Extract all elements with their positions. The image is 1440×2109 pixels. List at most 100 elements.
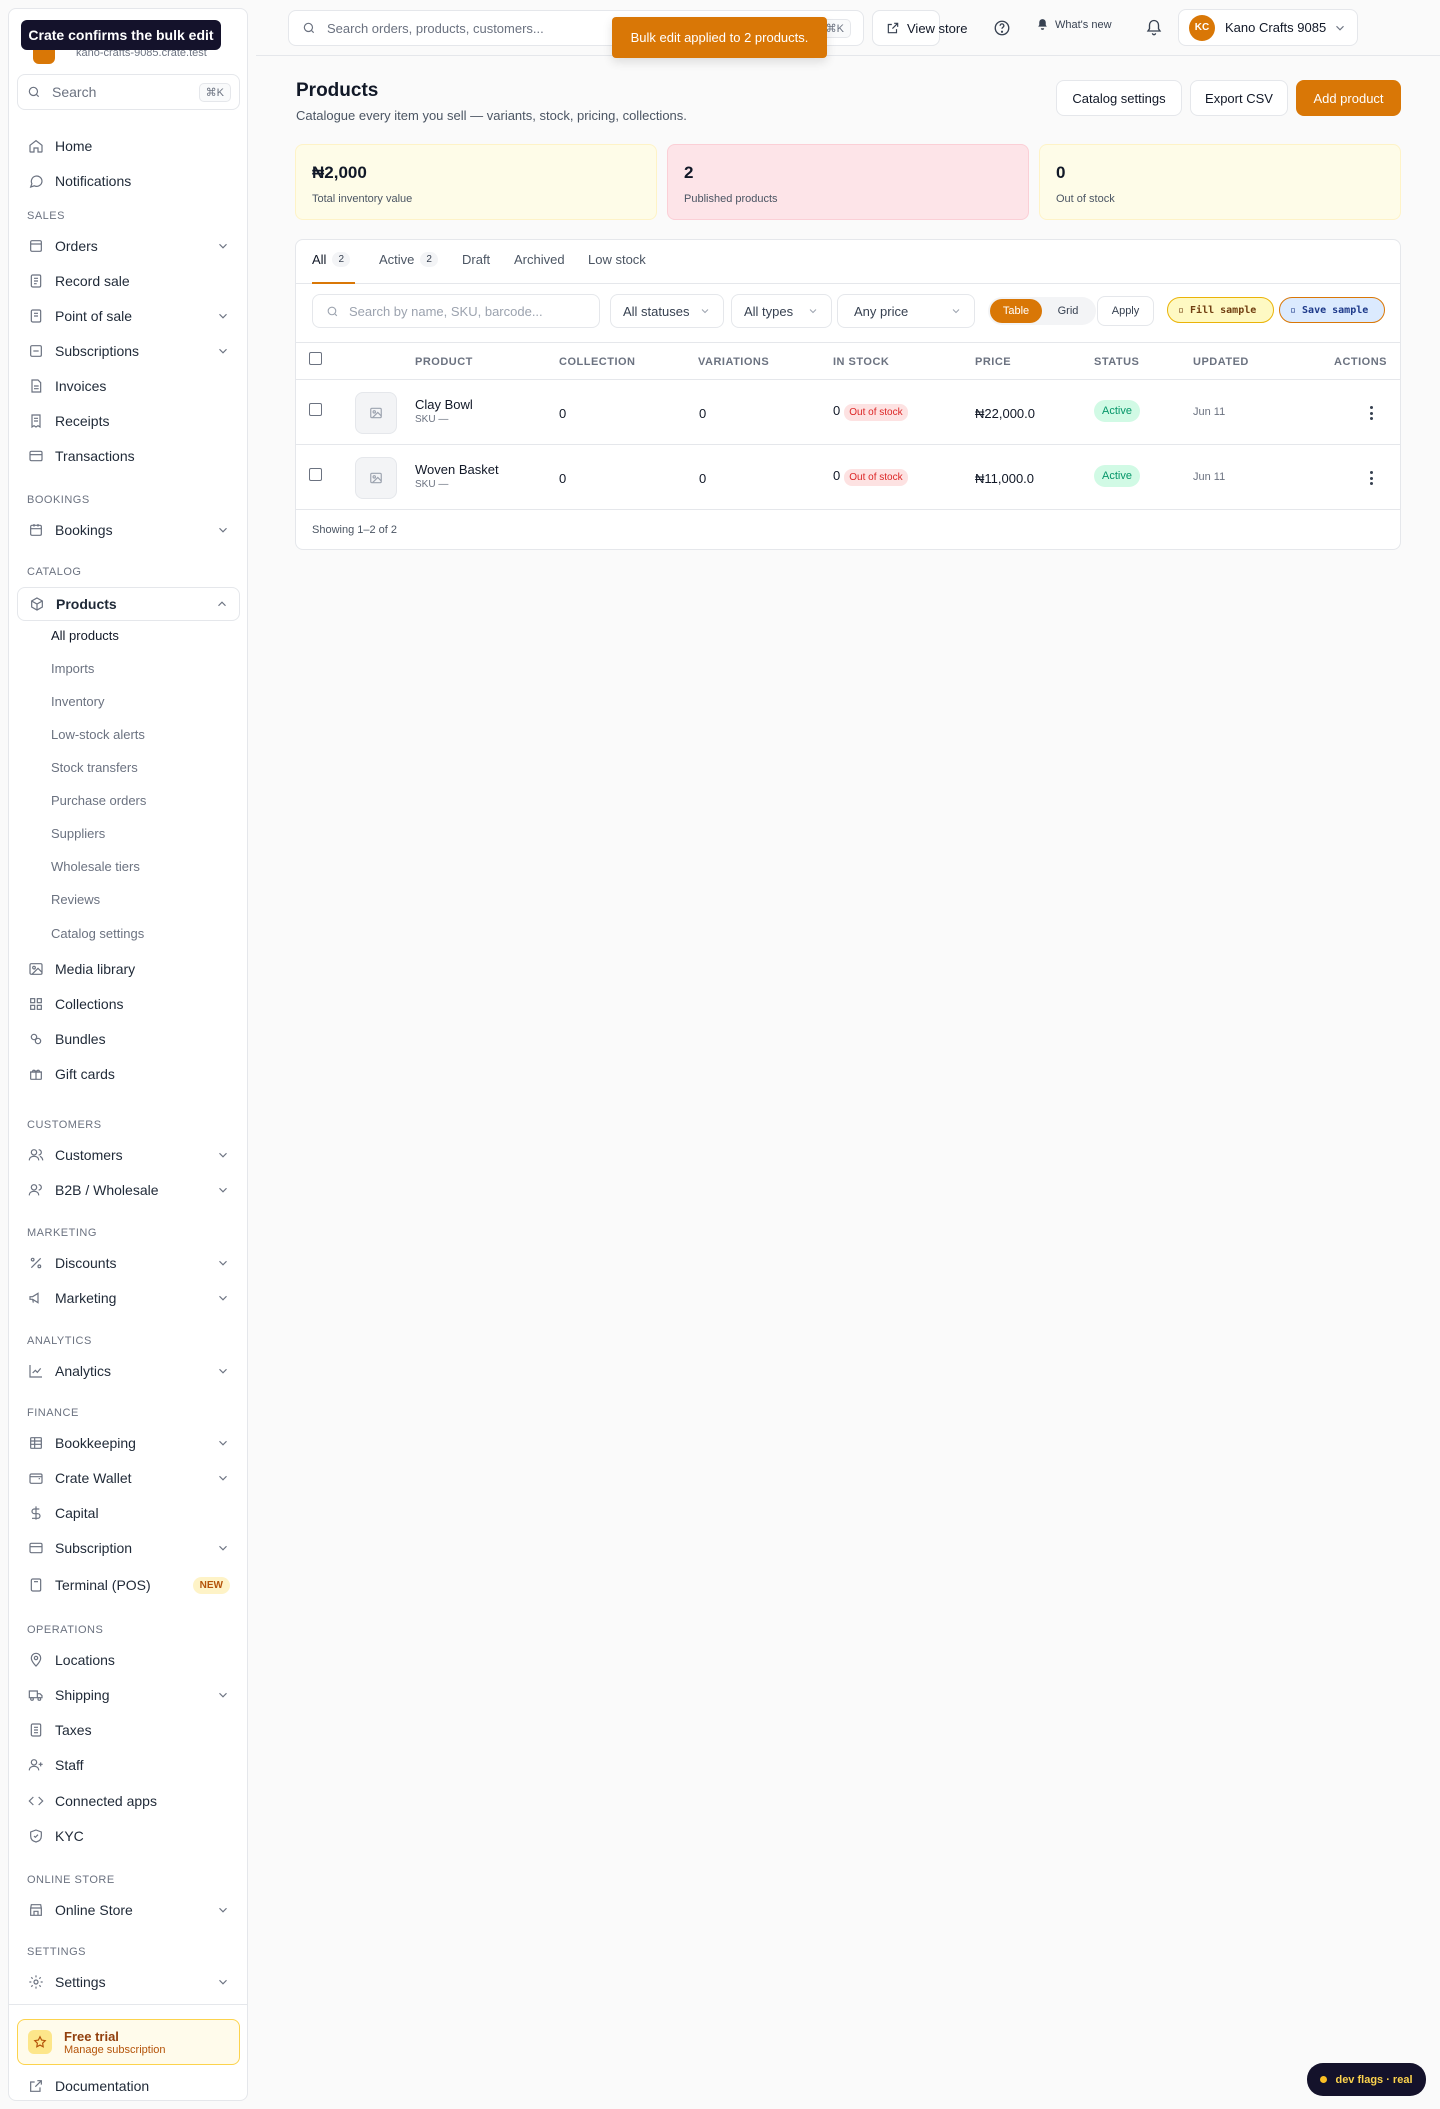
tab-low-stock[interactable]: Low stock [588,252,646,284]
trial-title: Free trial [64,2028,119,2044]
divider [9,2004,247,2005]
nav-label: Bookings [55,522,113,538]
section-analytics: ANALYTICS [27,1335,92,1347]
stock-count: 0 [833,468,841,483]
nav-documentation[interactable]: Documentation [17,2071,240,2101]
catalog-settings-button[interactable]: Catalog settings [1056,80,1182,116]
export-csv-button[interactable]: Export CSV [1190,80,1288,116]
subnav-purchase-orders[interactable]: Purchase orders [51,791,146,811]
subnav-all-products[interactable]: All products [51,626,119,646]
free-trial-card[interactable]: Free trial Manage subscription [17,2019,240,2065]
product-name[interactable]: Clay Bowl [415,397,473,412]
notifications-button[interactable] [1140,14,1168,42]
nav-discounts[interactable]: Discounts [17,1248,240,1278]
nav-home[interactable]: Home [17,131,240,161]
subnav-catalog-settings[interactable]: Catalog settings [51,924,144,944]
out-of-stock-badge: Out of stock [844,469,908,486]
nav-terminal-pos[interactable]: Terminal (POS) NEW [17,1570,240,1600]
tab-count: 2 [332,252,351,267]
price-select[interactable]: Any price [837,294,975,328]
nav-point-of-sale[interactable]: Point of sale [17,301,240,331]
nav-analytics[interactable]: Analytics [17,1356,240,1386]
subnav-inventory[interactable]: Inventory [51,692,104,712]
tab-all[interactable]: All 2 [312,252,355,284]
nav-collections[interactable]: Collections [17,989,240,1019]
product-search-placeholder: Search by name, SKU, barcode... [349,303,543,319]
stat-label: Total inventory value [312,193,413,205]
manage-subscription-link[interactable]: Manage subscription [64,2044,166,2056]
nav-label: Products [56,596,117,612]
fill-sample-button[interactable]: ▫ Fill sample [1167,297,1274,323]
view-store-link[interactable]: View store [872,10,967,46]
product-name[interactable]: Woven Basket [415,462,499,477]
nav-receipts[interactable]: Receipts [17,406,240,436]
nav-settings[interactable]: Settings [17,1967,240,1997]
column-header-product: PRODUCT [415,356,473,368]
chevron-down-icon [216,1471,230,1485]
card-icon [27,447,45,465]
subnav-suppliers[interactable]: Suppliers [51,824,105,844]
sidebar: kano-crafts-9085.crate.test Crate confir… [8,8,248,2101]
column-header-collection: COLLECTION [559,356,636,368]
subnav-stock-transfers[interactable]: Stock transfers [51,758,138,778]
nav-notifications[interactable]: Notifications [17,166,240,196]
nav-media-library[interactable]: Media library [17,954,240,984]
product-search-input[interactable]: Search by name, SKU, barcode... [312,294,600,328]
nav-subscriptions[interactable]: Subscriptions [17,336,240,366]
nav-gift-cards[interactable]: Gift cards [17,1059,240,1089]
save-sample-button[interactable]: ▫ Save sample [1279,297,1385,323]
tab-draft[interactable]: Draft [462,252,490,284]
terminal-icon [27,1576,45,1594]
type-select[interactable]: All types [731,294,832,328]
sidebar-search[interactable]: Search ⌘K [17,74,240,110]
status-dot [1320,2076,1328,2083]
select-all-checkbox[interactable] [309,352,322,365]
nav-products[interactable]: Products [17,587,240,621]
subnav-reviews[interactable]: Reviews [51,890,100,910]
whats-new-button[interactable]: What's new [1036,18,1112,31]
subnav-wholesale-tiers[interactable]: Wholesale tiers [51,857,140,877]
more-actions-icon[interactable] [1368,469,1374,487]
view-table-button[interactable]: Table [990,299,1042,323]
nav-kyc[interactable]: KYC [17,1821,240,1851]
nav-taxes[interactable]: Taxes [17,1715,240,1745]
nav-crate-wallet[interactable]: Crate Wallet [17,1463,240,1493]
view-grid-button[interactable]: Grid [1042,299,1094,323]
nav-locations[interactable]: Locations [17,1645,240,1675]
nav-record-sale[interactable]: Record sale [17,266,240,296]
column-header-variations: VARIATIONS [698,356,770,368]
stat-card-out-of-stock: 0 Out of stock [1039,144,1401,220]
nav-transactions[interactable]: Transactions [17,441,240,471]
nav-label: Media library [55,961,136,977]
apply-button[interactable]: Apply [1097,296,1154,326]
nav-subscription[interactable]: Subscription [17,1533,240,1563]
nav-bookings[interactable]: Bookings [17,515,240,545]
nav-online-store[interactable]: Online Store [17,1895,240,1925]
nav-orders[interactable]: Orders [17,231,240,261]
nav-bookkeeping[interactable]: Bookkeeping [17,1428,240,1458]
nav-marketing[interactable]: Marketing [17,1283,240,1313]
subnav-low-stock-alerts[interactable]: Low-stock alerts [51,725,145,745]
subnav-imports[interactable]: Imports [51,659,94,679]
chevron-down-icon [216,1256,230,1270]
nav-shipping[interactable]: Shipping [17,1680,240,1710]
row-checkbox[interactable] [309,403,322,416]
account-menu[interactable]: KC Kano Crafts 9085 [1178,9,1358,46]
help-button[interactable] [988,14,1016,42]
nav-connected-apps[interactable]: Connected apps [17,1786,240,1816]
tab-active[interactable]: Active 2 [379,252,438,284]
nav-bundles[interactable]: Bundles [17,1024,240,1054]
new-badge: NEW [192,1576,230,1594]
tab-archived[interactable]: Archived [514,252,565,284]
bundle-icon [27,1030,45,1048]
nav-invoices[interactable]: Invoices [17,371,240,401]
nav-staff[interactable]: Staff [17,1750,240,1780]
status-select[interactable]: All statuses [610,294,724,328]
add-product-button[interactable]: Add product [1296,80,1401,116]
nav-b2b-wholesale[interactable]: B2B / Wholesale [17,1175,240,1205]
dev-flags-pill[interactable]: dev flags · real [1307,2063,1426,2096]
more-actions-icon[interactable] [1368,404,1374,422]
nav-customers[interactable]: Customers [17,1140,240,1170]
nav-capital[interactable]: Capital [17,1498,240,1528]
row-checkbox[interactable] [309,468,322,481]
